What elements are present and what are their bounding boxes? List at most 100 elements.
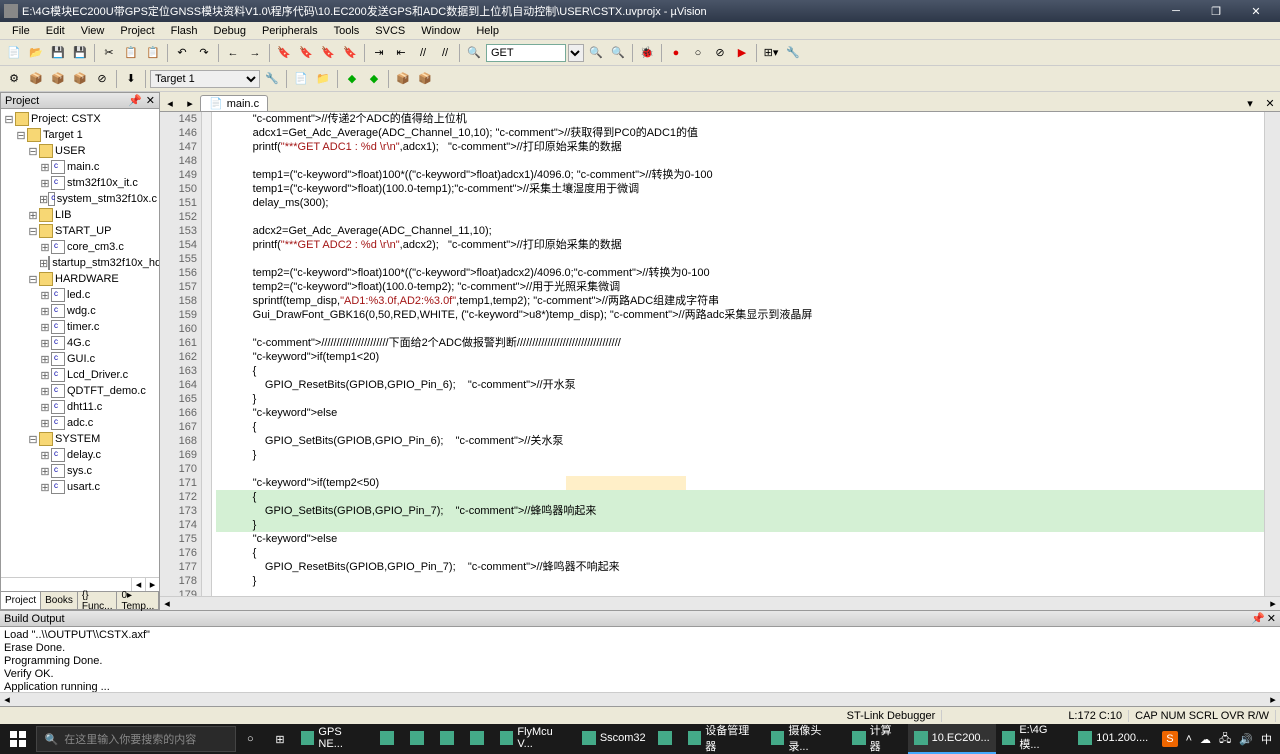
tray-cloud-icon[interactable]: ☁ [1200,733,1211,746]
tab-close-button[interactable]: ✕ [1262,95,1278,111]
menu-view[interactable]: View [73,24,113,38]
taskbar-app-2[interactable] [404,724,434,754]
hscroll-left[interactable]: ◂ [0,693,14,706]
menu-file[interactable]: File [4,24,38,38]
translate-button[interactable]: ⚙ [4,69,24,89]
bookmark-next-button[interactable]: 🔖 [318,43,338,63]
tab-menu-button[interactable]: ▾ [1242,95,1258,111]
sidebar-tab-1[interactable]: Books [41,592,78,609]
bookmark-prev-button[interactable]: 🔖 [296,43,316,63]
code-content[interactable]: "c-comment">//传递2个ADC的值得给上位机 adcx1=Get_A… [212,112,1264,596]
kill-bp-button[interactable]: ⊘ [710,43,730,63]
outdent-button[interactable]: ⇤ [391,43,411,63]
taskbar-app-6[interactable]: Sscom32 [576,724,652,754]
rebuild-button[interactable]: 📦 [48,69,68,89]
svcs-button[interactable]: 📦 [393,69,413,89]
undo-button[interactable]: ↶ [172,43,192,63]
tree-file-GUI-c[interactable]: ⊞GUI.c [3,351,157,367]
config-button[interactable]: 🔧 [783,43,803,63]
taskbar-app-3[interactable] [434,724,464,754]
tree-group-user[interactable]: ⊟USER [3,143,157,159]
code-area[interactable]: 1451461471481491501511521531541551561571… [160,112,1280,596]
hscroll-track[interactable] [174,597,1266,610]
hscroll-track[interactable] [14,693,1266,706]
file-ext-button[interactable]: 📄 [291,69,311,89]
rte-button[interactable]: ◆ [364,69,384,89]
taskbar-app-9[interactable]: 摄像头录... [765,724,846,754]
tree-file-4G-c[interactable]: ⊞4G.c [3,335,157,351]
menu-window[interactable]: Window [413,24,468,38]
vertical-scrollbar[interactable] [1264,112,1280,596]
debug-button[interactable]: 🐞 [637,43,657,63]
taskbar-app-12[interactable]: E:\4G模... [996,724,1073,754]
disable-bp-button[interactable]: ○ [688,43,708,63]
tree-group-start_up[interactable]: ⊟START_UP [3,223,157,239]
save-button[interactable]: 💾 [48,43,68,63]
tree-target[interactable]: ⊟Target 1 [3,127,157,143]
tree-file-system_stm32f10x-c[interactable]: ⊞system_stm32f10x.c [3,191,157,207]
open-button[interactable]: 📂 [26,43,46,63]
project-tree[interactable]: ⊟Project: CSTX⊟Target 1⊟USER⊞main.c⊞stm3… [1,109,159,577]
pack-installer-button[interactable]: ◆ [342,69,362,89]
build-output-close[interactable]: ✕ [1267,612,1276,625]
build-button[interactable]: 📦 [26,69,46,89]
tree-file-timer-c[interactable]: ⊞timer.c [3,319,157,335]
tree-file-delay-c[interactable]: ⊞delay.c [3,447,157,463]
menu-flash[interactable]: Flash [163,24,206,38]
tree-file-QDTFT_demo-c[interactable]: ⊞QDTFT_demo.c [3,383,157,399]
batch-build-button[interactable]: 📦 [70,69,90,89]
bookmark-clear-button[interactable]: 🔖 [340,43,360,63]
options-button[interactable]: 🔧 [262,69,282,89]
tree-file-startup_stm32f10x_hd-s[interactable]: ⊞startup_stm32f10x_hd.s [3,255,157,271]
tree-file-Lcd_Driver-c[interactable]: ⊞Lcd_Driver.c [3,367,157,383]
menu-edit[interactable]: Edit [38,24,73,38]
hscroll-left[interactable]: ◂ [160,597,174,610]
nav-back-button[interactable]: ← [223,43,243,63]
taskbar-app-4[interactable] [464,724,494,754]
find-in-files-button[interactable]: 🔍 [586,43,606,63]
build-output-pin[interactable]: 📌 [1251,612,1265,625]
menu-debug[interactable]: Debug [206,24,254,38]
tree-file-core_cm3-c[interactable]: ⊞core_cm3.c [3,239,157,255]
system-tray[interactable]: S ˄ ☁ 🖧 🔊 中 [1154,730,1280,749]
fold-gutter[interactable] [202,112,212,596]
project-panel-close[interactable]: ✕ [146,94,155,107]
taskbar-app-7[interactable] [652,724,682,754]
tree-file-adc-c[interactable]: ⊞adc.c [3,415,157,431]
tree-group-hardware[interactable]: ⊟HARDWARE [3,271,157,287]
hscroll-right[interactable]: ▸ [1266,693,1280,706]
hscroll-right[interactable]: ▸ [1266,597,1280,610]
search-input[interactable] [486,44,566,62]
breakpoint-button[interactable]: ● [666,43,686,63]
maximize-button[interactable]: ❐ [1196,0,1236,22]
sidebar-tab-3[interactable]: 0▸ Temp... [117,592,159,609]
close-button[interactable]: ✕ [1236,0,1276,22]
sidebar-tab-0[interactable]: Project [1,592,41,609]
editor-tab-main[interactable]: 📄 main.c [200,95,268,111]
download-button[interactable]: ⬇ [121,69,141,89]
minimize-button[interactable]: ─ [1156,0,1196,22]
bookmark-button[interactable]: 🔖 [274,43,294,63]
taskbar-app-11[interactable]: 10.EC200... [908,724,996,754]
save-all-button[interactable]: 💾 [70,43,90,63]
tree-file-stm32f10x_it-c[interactable]: ⊞stm32f10x_it.c [3,175,157,191]
tab-nav-back[interactable]: ◂ [162,95,178,111]
incremental-find-button[interactable]: 🔍 [608,43,628,63]
redo-button[interactable]: ↷ [194,43,214,63]
tree-file-wdg-c[interactable]: ⊞wdg.c [3,303,157,319]
menu-tools[interactable]: Tools [326,24,368,38]
paste-button[interactable]: 📋 [143,43,163,63]
indent-button[interactable]: ⇥ [369,43,389,63]
search-dropdown[interactable] [568,44,584,62]
tray-up-icon[interactable]: ˄ [1186,733,1192,745]
tray-volume-icon[interactable]: 🔊 [1239,733,1253,746]
ime-icon[interactable]: S [1162,731,1177,747]
taskbar-app-8[interactable]: 设备管理器 [682,724,765,754]
tab-nav-fwd[interactable]: ▸ [182,95,198,111]
tree-file-led-c[interactable]: ⊞led.c [3,287,157,303]
cut-button[interactable]: ✂ [99,43,119,63]
cortana-icon[interactable]: ○ [236,724,266,754]
target-select[interactable]: Target 1 [150,70,260,88]
start-button[interactable] [0,724,36,754]
sidebar-tab-2[interactable]: {} Func... [78,592,118,609]
